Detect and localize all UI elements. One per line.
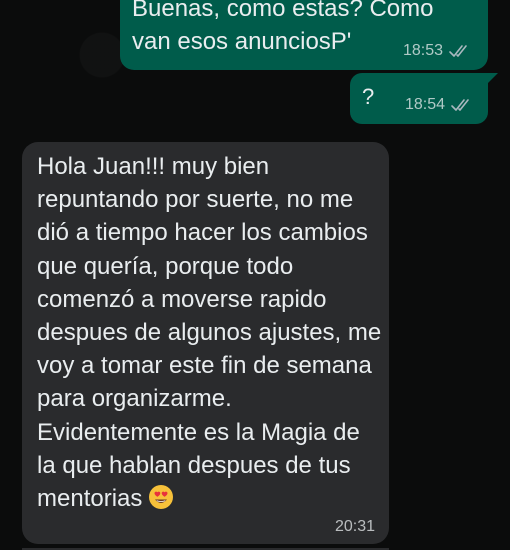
- read-ticks-icon: [449, 45, 467, 57]
- message-time: 18:54: [404, 96, 445, 113]
- heart-eyes-emoji-icon: [149, 485, 174, 510]
- message-text-container: Hola Juan!!! muy bien repuntando por sue…: [37, 150, 382, 515]
- outgoing-message-bubble[interactable]: Buenas, como estas? Como van esos anunci…: [120, 0, 488, 70]
- message-meta: 18:53: [403, 42, 474, 60]
- bubble-tail: [486, 73, 498, 85]
- message-meta: 18:54: [405, 96, 476, 114]
- message-text: Hola Juan!!! muy bien repuntando por sue…: [37, 153, 382, 513]
- message-text: ?: [362, 84, 375, 109]
- message-time: 20:31: [334, 518, 375, 535]
- message-meta: 20:31: [335, 518, 375, 536]
- incoming-message-bubble[interactable]: Hola Juan!!! muy bien repuntando por sue…: [22, 142, 389, 544]
- message-time: 18:53: [402, 42, 443, 59]
- outgoing-message-bubble[interactable]: ? 18:54: [350, 73, 498, 124]
- read-ticks-icon: [451, 99, 469, 111]
